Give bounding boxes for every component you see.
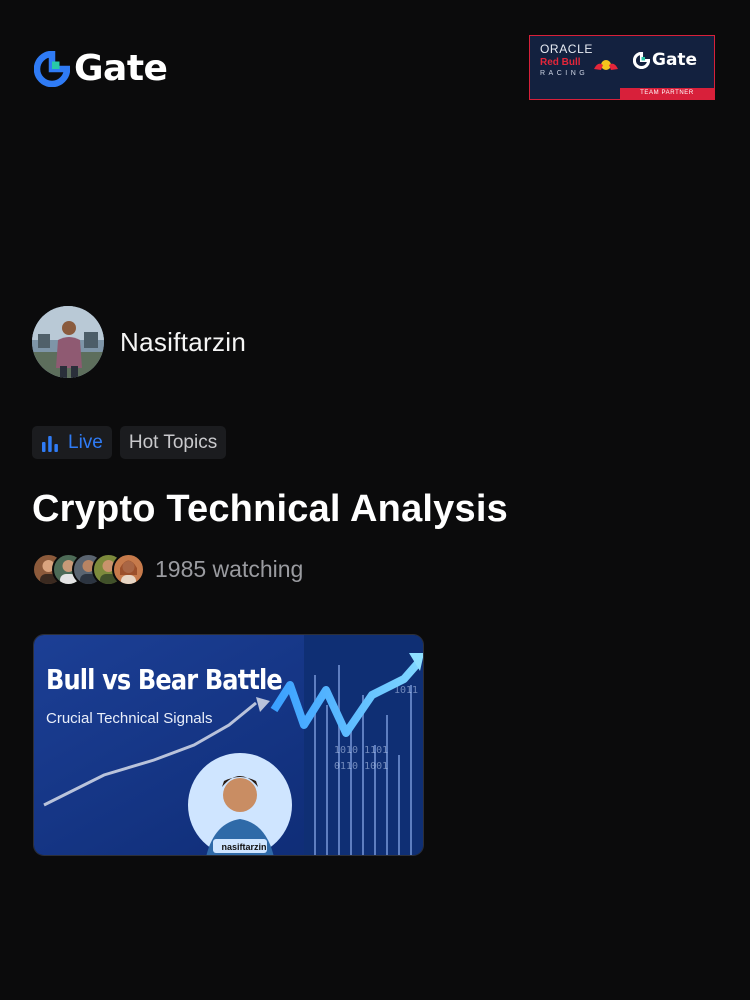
watching-count: 1985 watching bbox=[155, 556, 304, 582]
team-partner-label: TEAM PARTNER bbox=[620, 88, 714, 99]
oracle-logo-text: ORACLE bbox=[540, 42, 593, 56]
author-avatar[interactable] bbox=[32, 306, 104, 378]
team-partner-badge: ORACLE Red Bull RACING Gate TEAM PARTNER bbox=[529, 35, 715, 100]
gate-logo-icon bbox=[34, 50, 70, 87]
gate-logo-text: Gate bbox=[74, 48, 168, 89]
live-tag[interactable]: Live bbox=[32, 426, 112, 459]
author-row[interactable]: Nasiftarzin bbox=[32, 306, 246, 378]
watchers-row: 1985 watching bbox=[32, 553, 303, 586]
gate-small-icon bbox=[633, 51, 650, 69]
author-name[interactable]: Nasiftarzin bbox=[120, 327, 246, 358]
live-bars-icon bbox=[42, 435, 58, 452]
thumbnail-title: Bull vs Bear Battle bbox=[46, 663, 283, 696]
hot-topics-label: Hot Topics bbox=[128, 431, 218, 453]
tag-row: Live Hot Topics bbox=[32, 426, 227, 459]
post-title[interactable]: Crypto Technical Analysis bbox=[32, 488, 508, 531]
svg-text:0110 1001: 0110 1001 bbox=[334, 761, 388, 772]
thumbnail-subtitle: Crucial Technical Signals bbox=[46, 710, 213, 727]
watcher-avatar bbox=[112, 553, 145, 586]
thumbnail-name: nasiftarzin bbox=[221, 842, 267, 852]
hot-topics-tag[interactable]: Hot Topics bbox=[119, 426, 227, 459]
gate-logo[interactable]: Gate bbox=[34, 48, 168, 89]
redbull-bulls-icon bbox=[594, 60, 618, 70]
live-tag-label: Live bbox=[68, 431, 103, 453]
live-thumbnail[interactable]: 1010 1101 0110 1001 1011 Bull vs Bear Ba… bbox=[33, 634, 424, 856]
gate-small-text: Gate bbox=[652, 50, 698, 70]
svg-text:1010 1101: 1010 1101 bbox=[334, 745, 388, 756]
